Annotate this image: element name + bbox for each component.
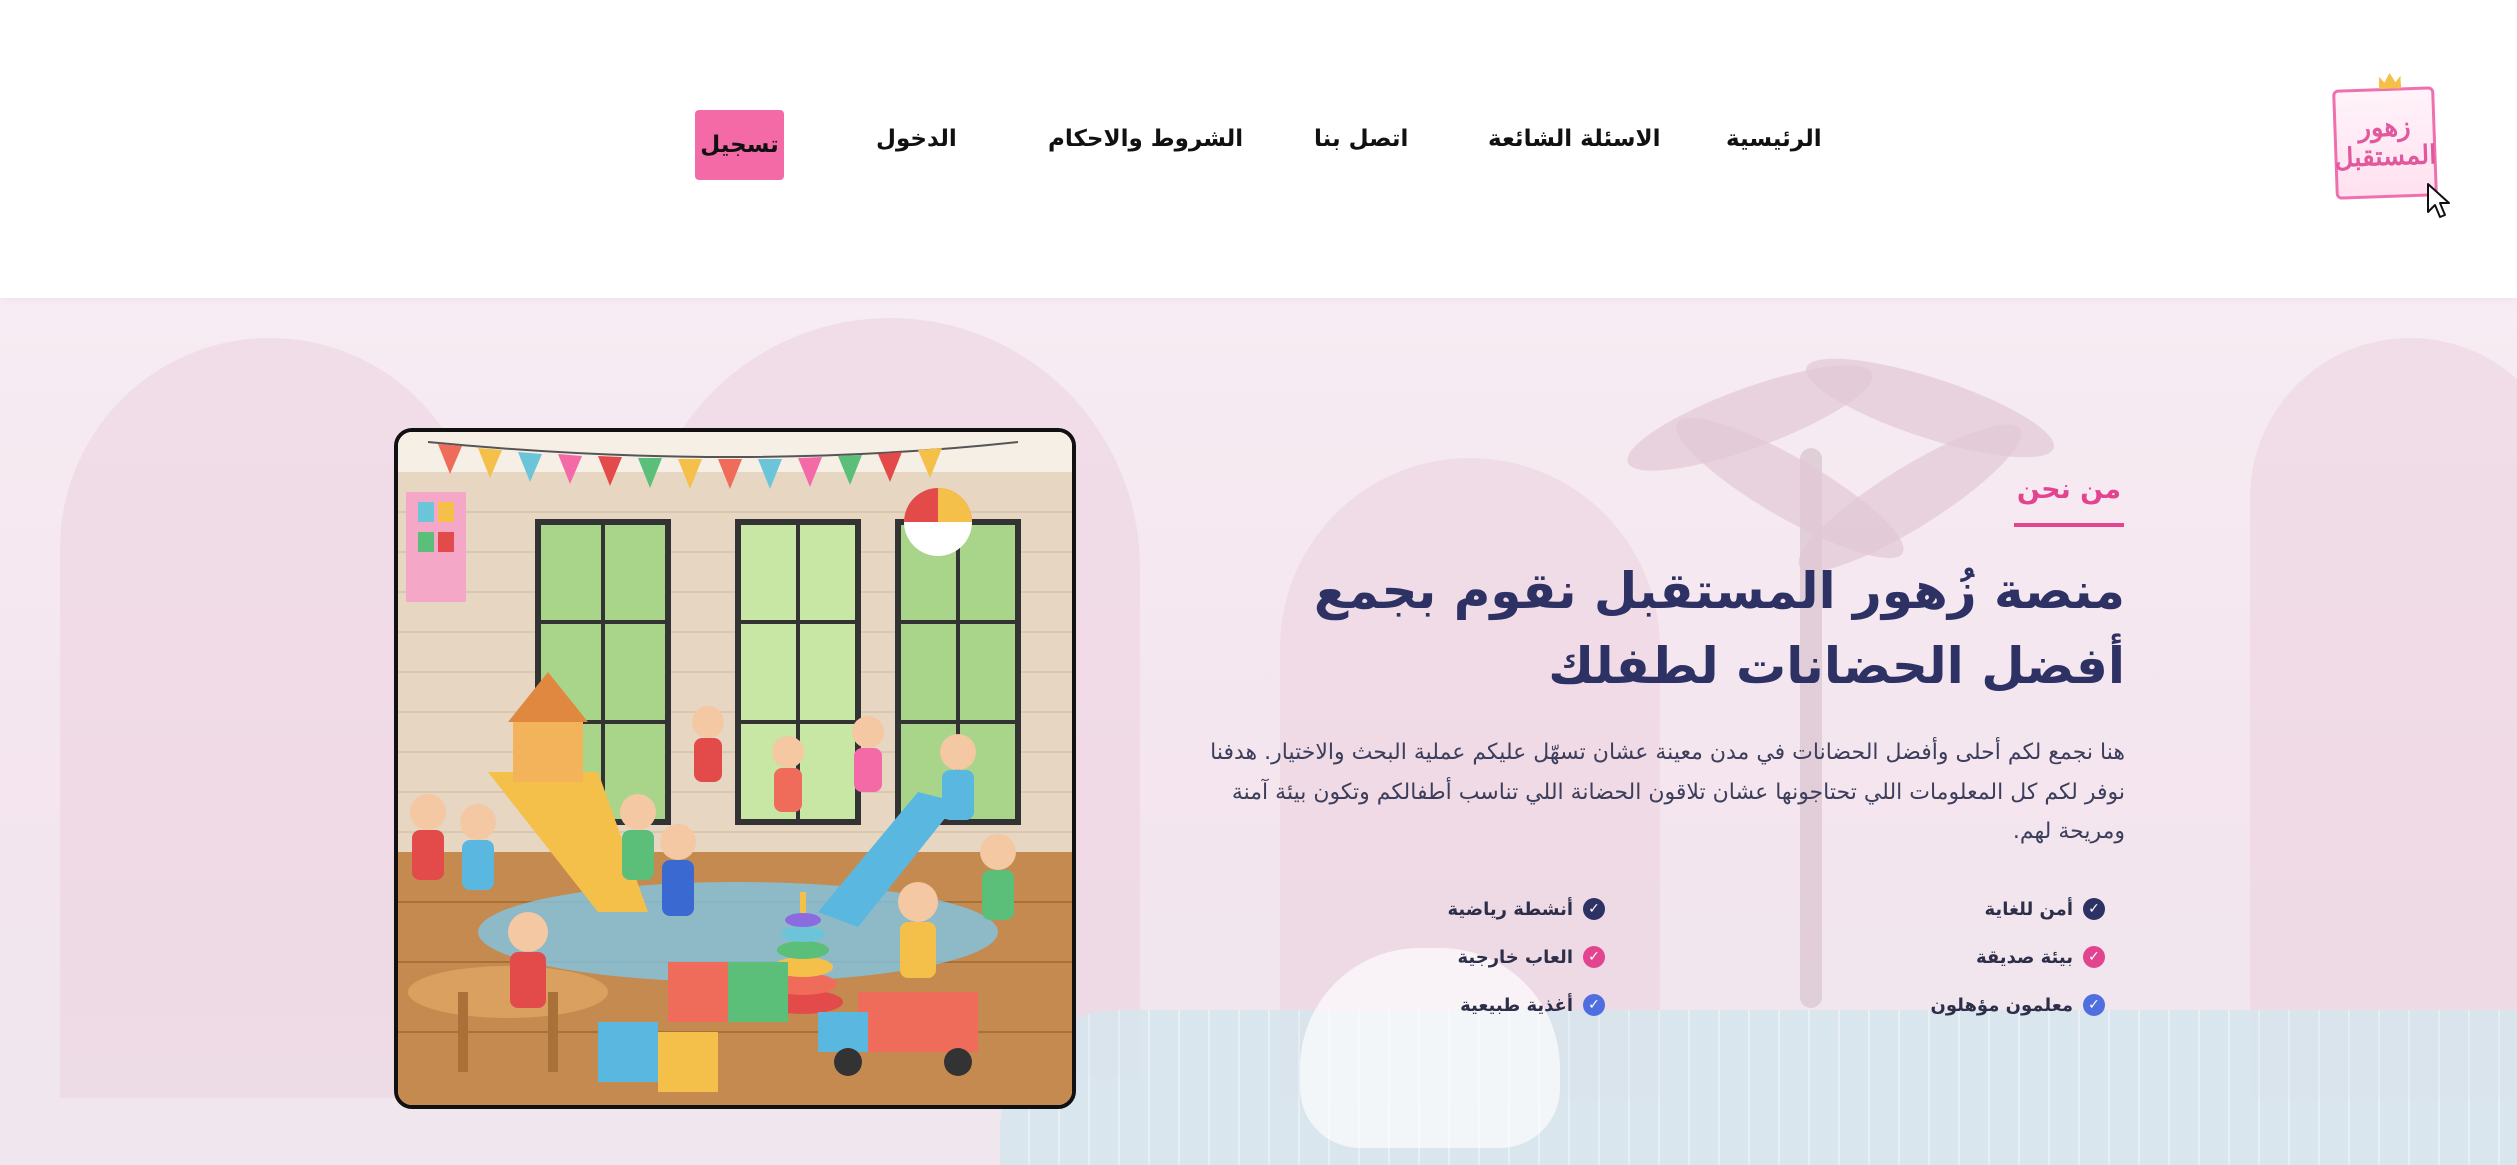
feature-label: بيئة صديقة bbox=[1975, 946, 2073, 968]
background-arch bbox=[2250, 338, 2517, 1098]
about-section bbox=[0, 298, 2517, 1165]
feature-label: العاب خارجية bbox=[1457, 946, 1573, 968]
nursery-scene bbox=[398, 432, 1072, 1105]
feature-item: ✓ أمن للغاية bbox=[1985, 898, 2105, 920]
about-description: هنا نجمع لكم أحلى وأفضل الحضانات في مدن … bbox=[1210, 740, 2125, 845]
feature-item: ✓ أنشطة رياضية bbox=[1447, 898, 1605, 920]
feature-item: ✓ أغذية طبيعية bbox=[1460, 994, 1605, 1016]
nav-contact[interactable]: اتصل بنا bbox=[1314, 126, 1408, 152]
feature-label: أغذية طبيعية bbox=[1460, 994, 1573, 1016]
about-headline: منصة زُهور المستقبل نقوم بجمع أفضل الحضا… bbox=[1313, 562, 2125, 695]
nav-faq[interactable]: الاسئلة الشائعة bbox=[1488, 126, 1661, 152]
feature-label: أنشطة رياضية bbox=[1447, 898, 1574, 920]
feature-item: ✓ بيئة صديقة bbox=[1976, 946, 2105, 968]
site-logo[interactable]: زهور المستقبل bbox=[2332, 86, 2438, 200]
crown-icon bbox=[2379, 72, 2402, 89]
site-header: زهور المستقبل الرئيسية الاسئلة الشائعة ا… bbox=[0, 0, 2517, 298]
mouse-pointer-icon bbox=[2427, 183, 2450, 218]
section-label-underline bbox=[2014, 523, 2124, 527]
nav-home[interactable]: الرئيسية bbox=[1726, 126, 1822, 152]
feature-label: معلمون مؤهلون bbox=[1930, 994, 2073, 1016]
check-circle-icon: ✓ bbox=[1583, 898, 1605, 920]
register-button[interactable]: تسجيل bbox=[695, 110, 784, 180]
check-circle-icon: ✓ bbox=[2083, 898, 2105, 920]
nav-login[interactable]: الدخول bbox=[876, 126, 957, 152]
check-circle-icon: ✓ bbox=[2083, 994, 2105, 1016]
logo-text: زهور المستقبل bbox=[2334, 112, 2437, 174]
nursery-illustration bbox=[394, 428, 1076, 1109]
background-pool bbox=[1000, 1010, 2517, 1165]
feature-item: ✓ العاب خارجية bbox=[1457, 946, 1605, 968]
section-label: من نحن bbox=[2016, 474, 2122, 505]
check-circle-icon: ✓ bbox=[1583, 946, 1605, 968]
nav-terms[interactable]: الشروط والاحكام bbox=[1048, 126, 1243, 152]
check-circle-icon: ✓ bbox=[2083, 946, 2105, 968]
check-circle-icon: ✓ bbox=[1583, 994, 1605, 1016]
feature-label: أمن للغاية bbox=[1984, 898, 2073, 920]
feature-item: ✓ معلمون مؤهلون bbox=[1930, 994, 2105, 1016]
